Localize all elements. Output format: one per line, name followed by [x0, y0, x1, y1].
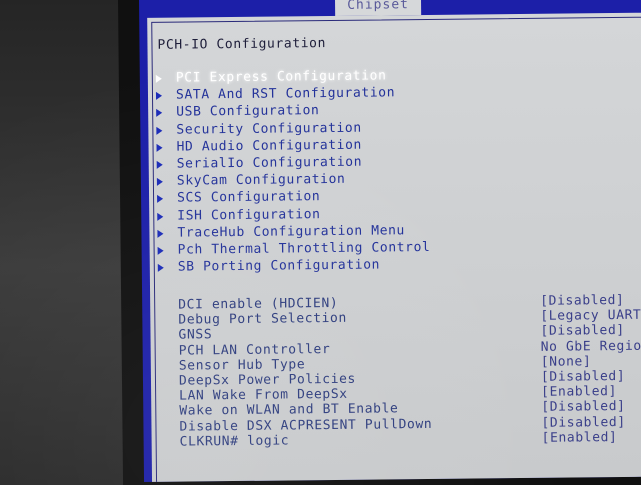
setting-label: LAN Wake From DeepSx [179, 386, 348, 404]
setting-label: PCH LAN Controller [178, 341, 331, 359]
submenu-arrow-icon [157, 229, 164, 238]
submenu-arrow-icon [156, 177, 163, 186]
submenu-arrow-icon [155, 91, 163, 101]
setting-label: Debug Port Selection [178, 311, 347, 328]
setting-label: DCI enable (HDCIEN) [178, 295, 339, 313]
setting-value[interactable]: [Enabled] [542, 430, 618, 446]
setting-value[interactable]: [Legacy UART [540, 308, 641, 324]
setting-value[interactable]: [Disabled] [541, 414, 625, 430]
menu-item-label: Security Configuration [176, 120, 362, 138]
setting-row-clkrun[interactable]: CLKRUN# logic [Enabled] [179, 430, 618, 450]
submenu-arrow-icon [155, 74, 162, 83]
bios-screen: Chipset PCH-IO Configuration PCI Express… [139, 0, 641, 482]
menu-item-label: SerialIo Configuration [176, 154, 363, 172]
setting-value[interactable]: [Disabled] [540, 323, 624, 339]
settings-list: DCI enable (HDCIEN) [Disabled] Debug Por… [178, 293, 641, 450]
setting-value[interactable]: [Disabled] [540, 293, 624, 309]
submenu-arrow-icon [156, 126, 163, 135]
setting-label: CLKRUN# logic [179, 433, 290, 450]
submenu-arrow-icon [157, 246, 164, 255]
setting-value[interactable]: [Disabled] [541, 399, 625, 415]
submenu-arrow-icon [156, 143, 163, 152]
submenu-arrow-icon [157, 263, 164, 272]
menu-item-label: Pch Thermal Throttling Control [177, 239, 431, 258]
tab-chipset[interactable]: Chipset [334, 0, 422, 16]
page-title: PCH-IO Configuration [157, 36, 327, 53]
menu-item-label: SkyCam Configuration [176, 171, 346, 189]
setting-value[interactable]: [Enabled] [541, 384, 617, 400]
menu-item-sb-porting[interactable]: SB Porting Configuration [152, 256, 431, 276]
menu-item-label: SATA And RST Configuration [175, 85, 396, 103]
setting-label: GNSS [178, 327, 213, 343]
background-wall [0, 0, 130, 485]
menu-item-label: TraceHub Configuration Menu [177, 222, 406, 241]
menu-item-label: ISH Configuration [177, 206, 321, 224]
setting-label: DeepSx Power Policies [178, 371, 357, 389]
submenu-arrow-icon [157, 195, 164, 204]
submenu-arrow-icon [156, 160, 163, 169]
setting-value: No GbE Regio [540, 338, 641, 355]
menu-item-label: PCI Express Configuration [175, 68, 387, 86]
setting-value[interactable]: [Disabled] [541, 369, 625, 385]
submenu-arrow-icon [156, 109, 163, 118]
setup-panel: PCH-IO Configuration PCI Express Configu… [147, 12, 641, 482]
setting-value[interactable]: [None] [541, 354, 592, 370]
menu-item-label: HD Audio Configuration [176, 137, 362, 155]
setting-label: Sensor Hub Type [178, 357, 306, 374]
menu-item-label: SCS Configuration [177, 189, 321, 206]
submenu-arrow-icon [157, 212, 164, 221]
submenu-list: PCI Express Configuration SATA And RST C… [150, 67, 431, 276]
menu-item-label: USB Configuration [176, 103, 320, 120]
photo-frame: Chipset PCH-IO Configuration PCI Express… [0, 0, 641, 485]
menu-item-label: SB Porting Configuration [177, 257, 381, 275]
